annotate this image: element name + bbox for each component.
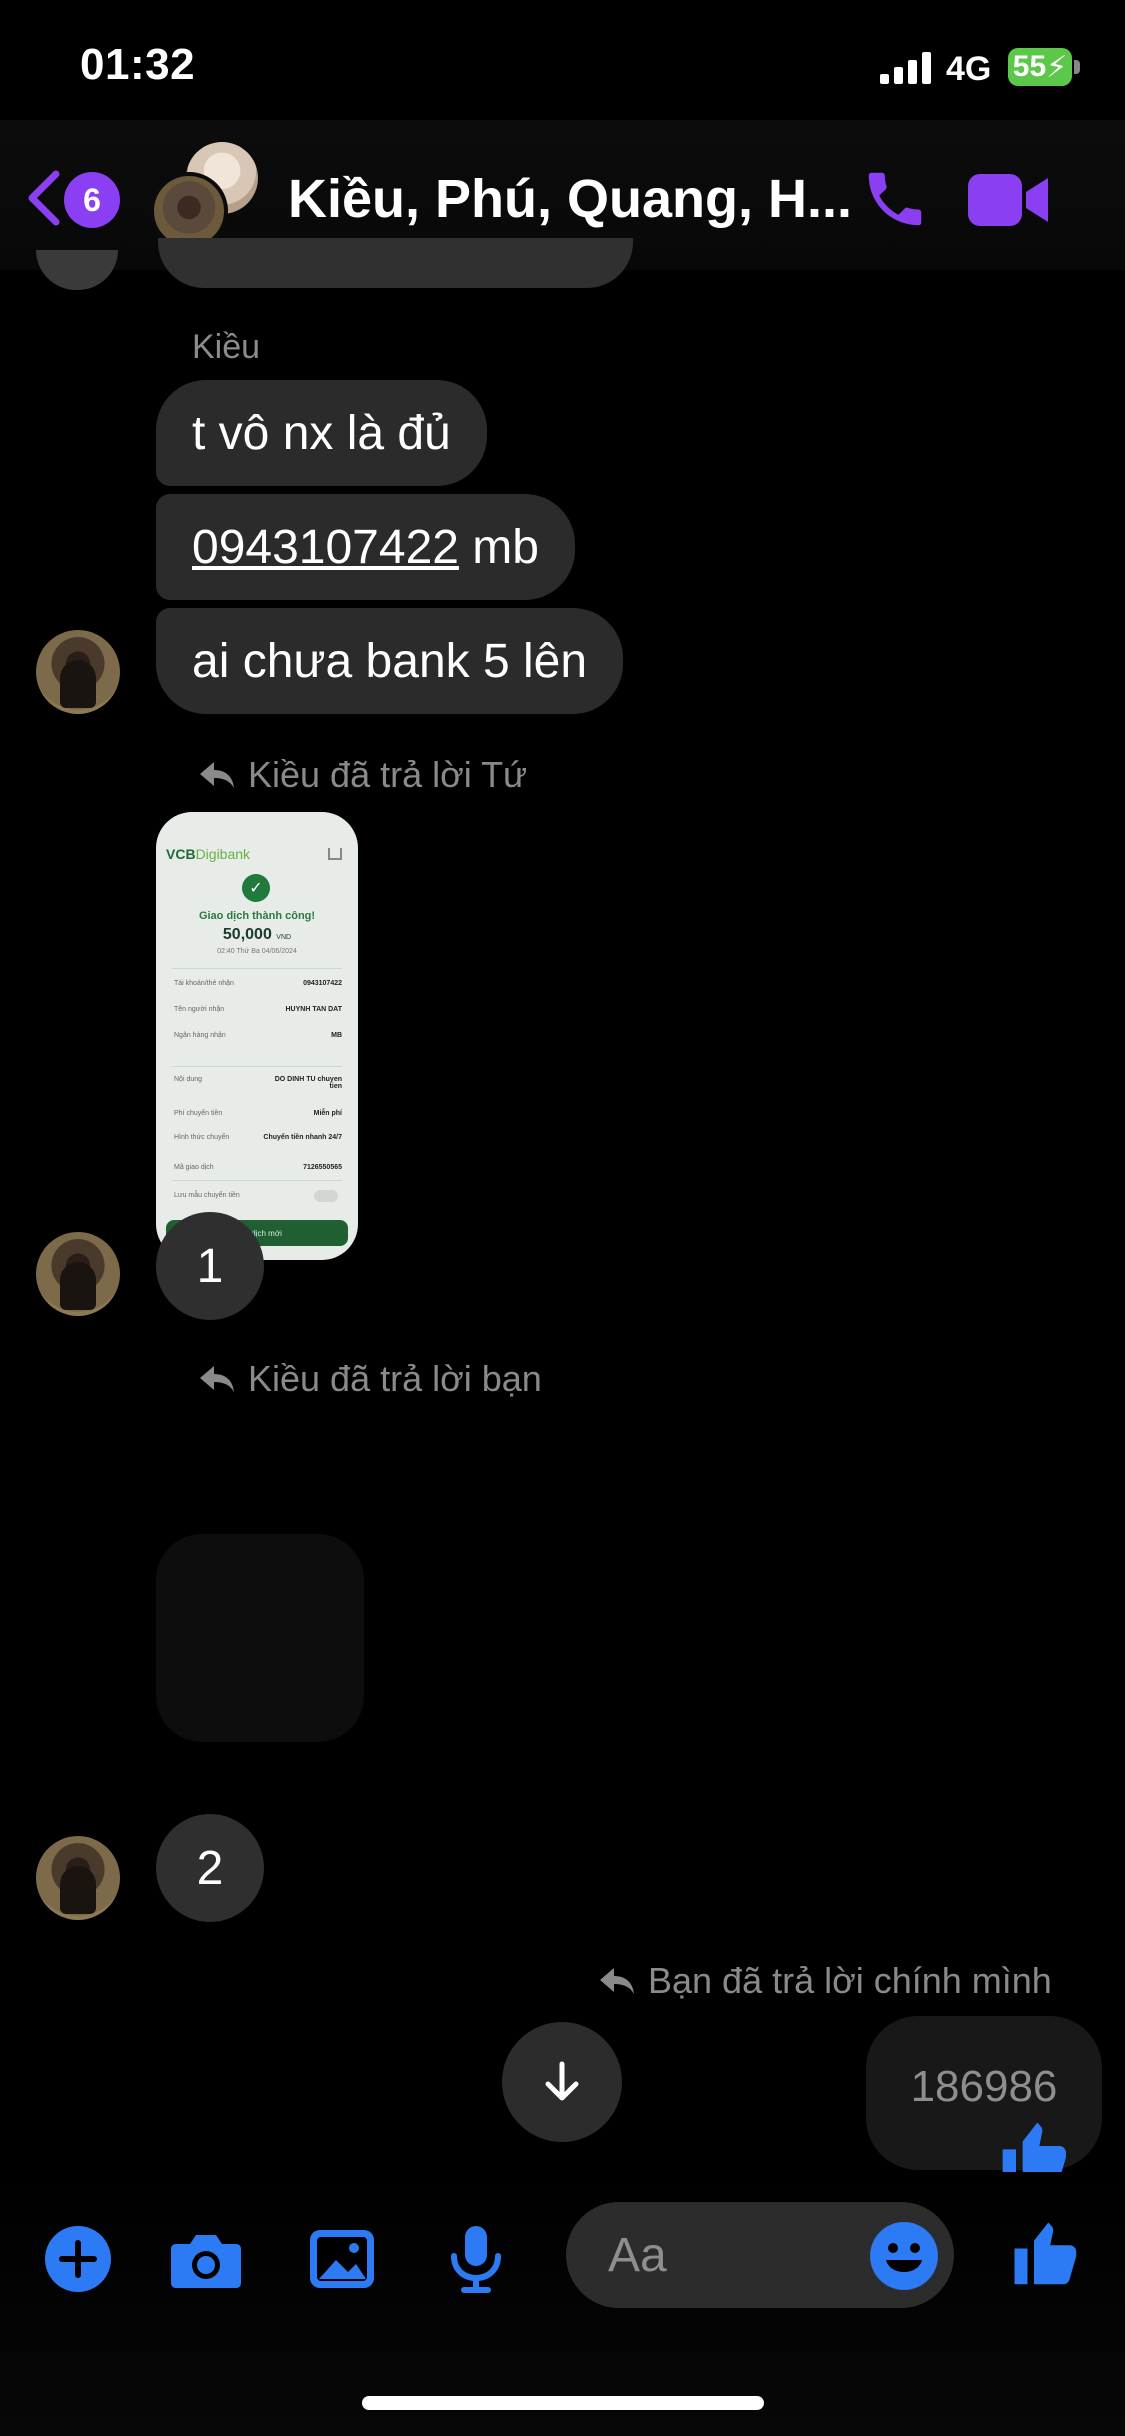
message-bubble[interactable]: 2 bbox=[156, 1814, 264, 1922]
reply-arrow-icon bbox=[200, 1366, 234, 1392]
scroll-to-bottom-button[interactable] bbox=[502, 2022, 622, 2142]
plus-icon[interactable] bbox=[42, 2224, 114, 2294]
phone-call-icon[interactable] bbox=[860, 164, 930, 234]
divider bbox=[172, 968, 342, 969]
message-bubble[interactable] bbox=[158, 238, 633, 288]
battery-tip bbox=[1074, 60, 1080, 74]
row-value: HUYNH TAN DAT bbox=[285, 1006, 342, 1013]
emoji-icon[interactable] bbox=[868, 2220, 940, 2292]
battery-level: 55 bbox=[1012, 50, 1047, 83]
receipt-row: Tài khoản/thẻ nhận 0943107422 bbox=[174, 980, 342, 987]
divider bbox=[172, 1066, 342, 1067]
status-time: 01:32 bbox=[80, 40, 196, 89]
receipt-brand: VCB bbox=[166, 846, 196, 862]
network-label: 4G bbox=[946, 50, 992, 88]
receipt-image[interactable]: VCBDigibank ✓ Giao dịch thành công! 50,0… bbox=[156, 812, 358, 1260]
row-value: 0943107422 bbox=[303, 980, 342, 987]
row-label: Ngân hàng nhận bbox=[174, 1032, 226, 1039]
camera-icon[interactable] bbox=[170, 2224, 242, 2294]
conversation-title[interactable]: Kiều, Phú, Quang, H... bbox=[288, 168, 852, 230]
avatar[interactable] bbox=[36, 1836, 120, 1920]
reply-indicator: Kiều đã trả lời Tứ bbox=[198, 754, 527, 796]
group-avatar[interactable] bbox=[150, 142, 260, 270]
signal-icon bbox=[880, 52, 931, 84]
row-value: DO DINH TU chuyen tien bbox=[274, 1076, 342, 1090]
row-label: Mã giao dịch bbox=[174, 1164, 214, 1171]
avatar[interactable] bbox=[36, 250, 118, 290]
receipt-success: Giao dịch thành công! bbox=[198, 910, 316, 922]
reply-label: Kiều đã trả lời bạn bbox=[248, 1358, 542, 1399]
receipt-amount: 50,000 VND bbox=[156, 926, 358, 944]
phone-number-link[interactable]: 0943107422 bbox=[192, 520, 459, 575]
back-chevron-icon[interactable] bbox=[24, 168, 64, 228]
message-bubble[interactable]: 1 bbox=[156, 1212, 264, 1320]
receipt-row: Phí chuyển tiền Miễn phí bbox=[174, 1110, 342, 1117]
receipt-row: Ngân hàng nhận MB bbox=[174, 1032, 342, 1039]
arrow-down-icon bbox=[545, 2061, 579, 2101]
reply-label: Kiều đã trả lời Tứ bbox=[248, 754, 528, 795]
row-label: Lưu mẫu chuyển tiền bbox=[174, 1192, 240, 1199]
thumbs-up-icon[interactable] bbox=[1008, 2216, 1086, 2294]
checkmark-icon: ✓ bbox=[242, 874, 270, 902]
row-label: Hình thức chuyển bbox=[174, 1134, 230, 1141]
row-label: Tên người nhận bbox=[174, 1006, 225, 1013]
row-value: Miễn phí bbox=[313, 1110, 342, 1117]
sender-name: Kiều bbox=[192, 328, 261, 366]
status-bar: 01:32 4G 55 ⚡ bbox=[0, 0, 1125, 135]
receipt-time: 02:40 Thứ Ba 04/06/2024 bbox=[217, 948, 297, 955]
receipt-row: Mã giao dịch 7126550565 bbox=[174, 1164, 342, 1171]
message-bubble[interactable]: 0943107422 mb bbox=[156, 494, 575, 600]
reply-arrow-icon bbox=[600, 1968, 634, 1994]
gallery-icon[interactable] bbox=[306, 2224, 378, 2294]
message-bubble[interactable]: ai chưa bank 5 lên bbox=[156, 608, 624, 714]
reply-arrow-icon bbox=[200, 762, 234, 788]
microphone-icon[interactable] bbox=[440, 2224, 512, 2294]
message-input[interactable] bbox=[608, 2222, 858, 2288]
row-label: Tài khoản/thẻ nhận bbox=[174, 980, 234, 987]
reply-indicator: Kiều đã trả lời bạn bbox=[198, 1358, 542, 1400]
avatar[interactable] bbox=[36, 630, 120, 714]
video-call-icon[interactable] bbox=[968, 172, 1048, 228]
vcb-logo: VCBDigibank bbox=[166, 846, 250, 862]
home-indicator[interactable] bbox=[362, 2396, 764, 2410]
message-text: mb bbox=[458, 520, 539, 574]
home-icon bbox=[328, 848, 342, 860]
divider bbox=[172, 1180, 342, 1181]
save-template-toggle bbox=[314, 1190, 338, 1202]
receipt-brand-sub: Digibank bbox=[195, 846, 251, 862]
row-value: Chuyển tiền nhanh 24/7 bbox=[263, 1134, 342, 1141]
reply-label: Bạn đã trả lời chính mình bbox=[648, 1960, 1052, 2001]
receipt-row: Nội dung DO DINH TU chuyen tien bbox=[174, 1076, 342, 1090]
receipt-currency: VND bbox=[276, 934, 292, 941]
receipt-row: Hình thức chuyển Chuyển tiền nhanh 24/7 bbox=[174, 1134, 342, 1141]
row-label: Nội dung bbox=[174, 1076, 203, 1083]
row-value: MB bbox=[331, 1032, 342, 1039]
row-label: Phí chuyển tiền bbox=[174, 1110, 223, 1117]
avatar[interactable] bbox=[36, 1232, 120, 1316]
row-value: 7126550565 bbox=[303, 1164, 342, 1171]
unread-count-badge[interactable]: 6 bbox=[64, 172, 120, 228]
message-bubble[interactable]: t vô nx là đủ bbox=[156, 380, 487, 486]
receipt-amount-value: 50,000 bbox=[222, 926, 272, 943]
receipt-row: Tên người nhận HUYNH TAN DAT bbox=[174, 1006, 342, 1013]
battery-icon: 55 ⚡ bbox=[1008, 48, 1072, 86]
quoted-message-placeholder[interactable] bbox=[156, 1534, 364, 1742]
reply-indicator: Bạn đã trả lời chính mình bbox=[598, 1960, 1052, 2002]
